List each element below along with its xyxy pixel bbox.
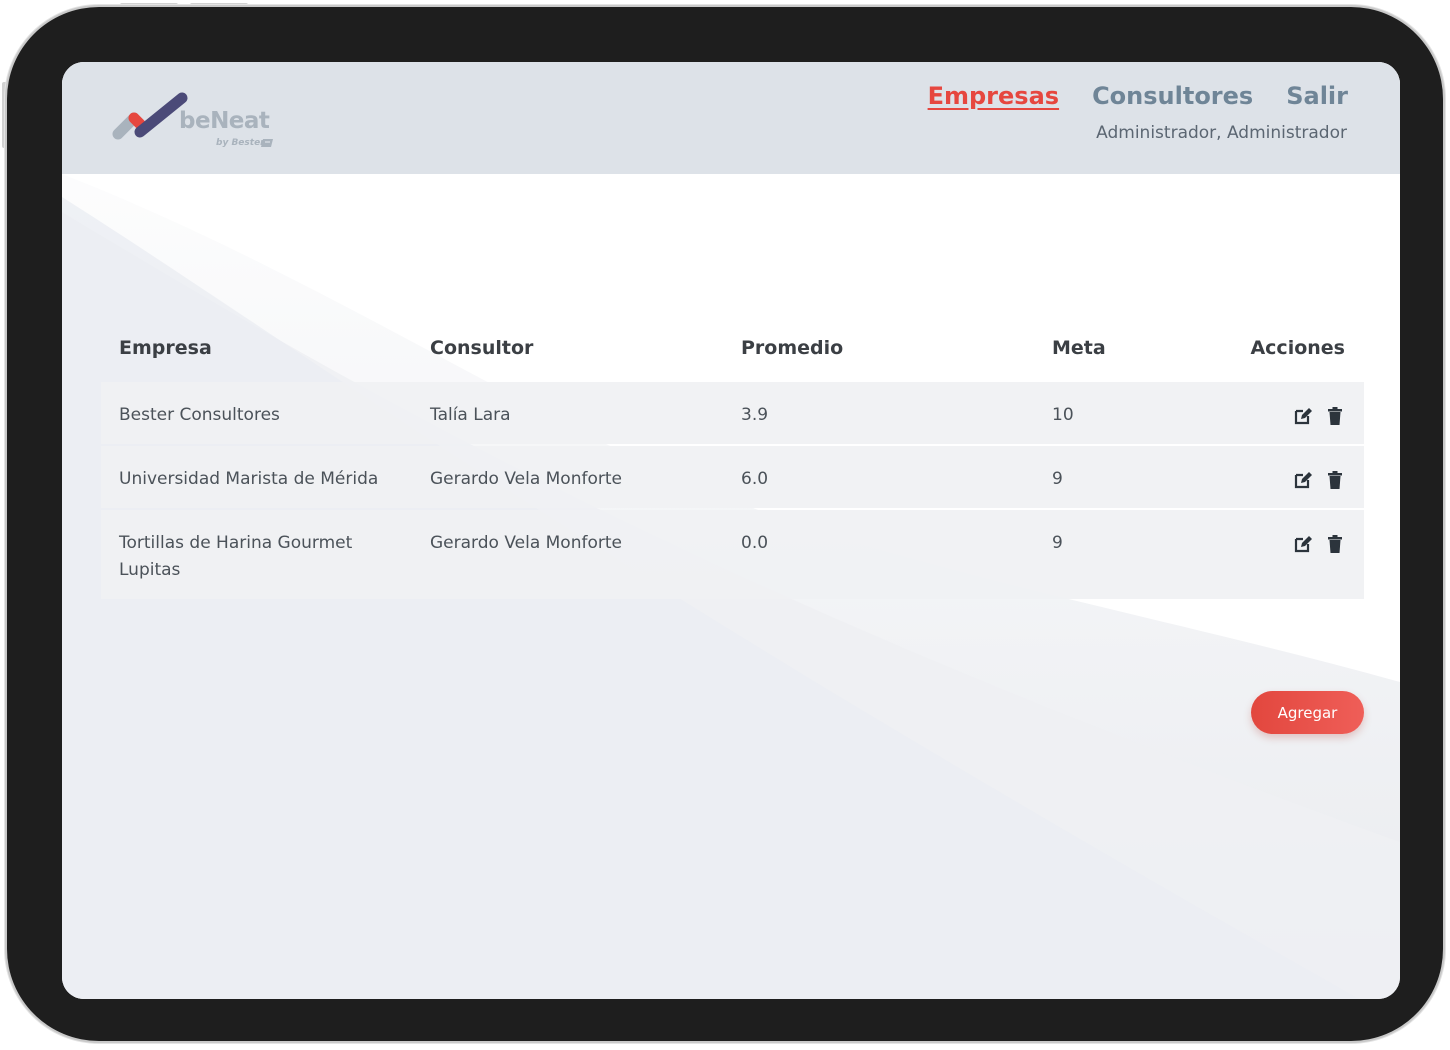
table-row: Tortillas de Harina Gourmet Lupitas Gera… (101, 510, 1364, 599)
cell-acciones (1240, 530, 1364, 557)
brand-name: beNeat (179, 108, 270, 134)
edit-icon[interactable] (1293, 534, 1313, 554)
current-user: Administrador, Administrador (1096, 123, 1347, 143)
edit-icon[interactable] (1293, 406, 1313, 426)
nav-salir[interactable]: Salir (1286, 82, 1348, 111)
app-screen: beNeat by Bester Empresas Consultores Sa… (62, 62, 1400, 999)
top-nav: Empresas Consultores Salir (928, 82, 1348, 111)
cell-empresa: Tortillas de Harina Gourmet Lupitas (119, 533, 353, 580)
tablet-frame: beNeat by Bester Empresas Consultores Sa… (7, 7, 1443, 1041)
cell-consultor: Gerardo Vela Monforte (430, 533, 622, 553)
bester-mark-icon (261, 139, 273, 147)
empresas-table: Empresa Consultor Promedio Meta Acciones… (101, 314, 1364, 599)
cell-promedio: 3.9 (741, 405, 769, 425)
trash-icon[interactable] (1325, 470, 1345, 490)
column-header: Acciones (1250, 337, 1345, 359)
nav-consultores[interactable]: Consultores (1092, 82, 1253, 111)
cell-promedio: 0.0 (741, 533, 769, 553)
cell-meta: 9 (1052, 469, 1063, 489)
agregar-button[interactable]: Agregar (1251, 691, 1364, 734)
trash-icon[interactable] (1325, 406, 1345, 426)
column-header: Promedio (741, 337, 844, 359)
column-header: Empresa (119, 337, 212, 359)
table-row: Bester Consultores Talía Lara 3.9 10 (101, 382, 1364, 444)
column-header: Meta (1052, 337, 1106, 359)
table-header: Empresa Consultor Promedio Meta Acciones (101, 314, 1364, 382)
table-row: Universidad Marista de Mérida Gerardo Ve… (101, 446, 1364, 508)
brand-byline: by Bester (216, 138, 265, 148)
edit-icon[interactable] (1293, 470, 1313, 490)
cell-consultor: Gerardo Vela Monforte (430, 469, 622, 489)
cell-meta: 10 (1052, 405, 1074, 425)
cell-meta: 9 (1052, 533, 1063, 553)
cell-consultor: Talía Lara (430, 405, 511, 425)
trash-icon[interactable] (1325, 534, 1345, 554)
nav-empresas[interactable]: Empresas (928, 82, 1059, 111)
cell-empresa: Bester Consultores (119, 405, 280, 425)
app-header: beNeat by Bester Empresas Consultores Sa… (62, 62, 1400, 174)
cell-promedio: 6.0 (741, 469, 769, 489)
column-header: Consultor (430, 337, 534, 359)
cell-acciones (1240, 402, 1364, 429)
cell-acciones (1240, 466, 1364, 493)
cell-empresa: Universidad Marista de Mérida (119, 469, 379, 489)
